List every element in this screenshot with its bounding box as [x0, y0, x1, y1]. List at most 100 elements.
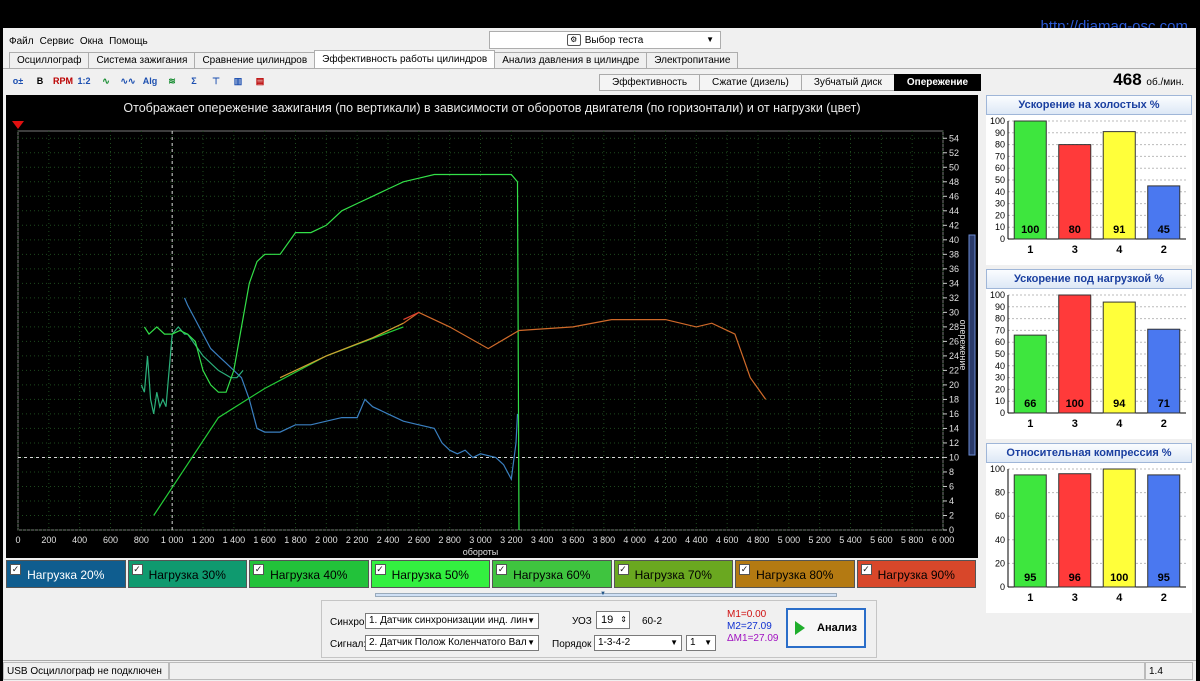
bar-y-tick-label: 20 — [995, 210, 1005, 220]
tab-power-supply[interactable]: Электропитание — [646, 52, 739, 68]
tab-oscilloscope[interactable]: Осциллограф — [9, 52, 90, 68]
subtab-tooth-disc[interactable]: Зубчатый диск — [800, 74, 895, 91]
bar-category-label: 3 — [1072, 244, 1078, 256]
signal-select[interactable]: 2. Датчик Полож Коленчатого Вал ▼ — [365, 635, 539, 651]
legend-item-7[interactable]: ✓ Нагрузка 80% — [735, 560, 855, 588]
bar-3 — [1102, 301, 1136, 414]
filter-icon[interactable]: ≋ — [163, 73, 181, 89]
x-tick-label: 0 — [15, 535, 20, 545]
checkbox-icon[interactable]: ✓ — [253, 564, 264, 575]
uoz-spinner[interactable]: 19 ⇕ — [596, 611, 630, 629]
legend-item-1[interactable]: ✓ Нагрузка 20% — [6, 560, 126, 588]
legend-item-8[interactable]: ✓ Нагрузка 90% — [856, 560, 976, 588]
bar-y-tick-label: 60 — [995, 511, 1005, 521]
bar-3 — [1102, 131, 1136, 240]
bar-category-label: 2 — [1161, 592, 1167, 604]
legend-item-5[interactable]: ✓ Нагрузка 60% — [492, 560, 612, 588]
menu-file[interactable]: Файл — [9, 36, 34, 50]
x-tick-label: 800 — [134, 535, 149, 545]
test-select-dropdown[interactable]: ⚙ Выбор теста ▼ — [489, 31, 721, 49]
sync-select[interactable]: 1. Датчик синхронизации инд. лин ▼ — [365, 613, 539, 629]
bar-y-tick-label: 80 — [995, 314, 1005, 324]
y-tick-label: 28 — [949, 322, 959, 332]
x-tick-label: 5 200 — [808, 535, 831, 545]
status-connection: USB Осциллограф не подключен — [3, 662, 169, 680]
bar-y-tick-label: 0 — [1000, 408, 1005, 418]
x-tick-label: 4 400 — [685, 535, 708, 545]
algorithm-icon[interactable]: Alg — [141, 73, 159, 89]
load-accel-title: Ускорение под нагрузкой % — [986, 269, 1192, 289]
sub-tabs: Эффективность Сжатие (дизель) Зубчатый д… — [599, 74, 982, 92]
subtab-compression-diesel[interactable]: Сжатие (дизель) — [699, 74, 802, 91]
legend-label: Нагрузка 80% — [756, 568, 834, 582]
load-accel-chart: 0 10 20 30 40 50 60 70 80 90 100 66 1 100 3 94 4 71 2 — [986, 289, 1192, 439]
panel-splitter[interactable]: ▼ — [375, 591, 837, 597]
advance-chart-svg[interactable]: 0 200 400 600 800 1 000 1 200 1 400 1 600 1 800 2 … — [6, 95, 978, 558]
signal-select-value: 2. Датчик Полож Коленчатого Вал — [369, 637, 527, 648]
app-root: http://diamag-osc.com Файл Сервис Окна П… — [3, 0, 1196, 681]
bold-b-icon[interactable]: B — [31, 73, 49, 89]
legend-item-6[interactable]: ✓ Нагрузка 70% — [613, 560, 733, 588]
checkbox-icon[interactable]: ✓ — [739, 564, 750, 575]
compression-svg: 0 20 40 60 80 100 95 1 96 3 100 4 95 2 — [990, 464, 1186, 604]
teeth-label: 60-2 — [642, 616, 663, 627]
tab-pressure-analysis[interactable]: Анализ давления в цилиндре — [494, 52, 648, 68]
checkbox-icon[interactable]: ✓ — [374, 564, 386, 575]
vvt-icon[interactable]: ∿∿ — [119, 73, 137, 89]
wave-icon[interactable]: ∿ — [97, 73, 115, 89]
tab-ignition[interactable]: Система зажигания — [88, 52, 196, 68]
bar-y-tick-label: 50 — [995, 175, 1005, 185]
menu-help[interactable]: Помощь — [109, 36, 148, 50]
advance-chart[interactable]: 0 200 400 600 800 1 000 1 200 1 400 1 600 1 800 2 … — [6, 95, 978, 558]
chart-icon[interactable]: ▤ — [251, 73, 269, 89]
offset-icon[interactable]: o± — [9, 73, 27, 89]
marker-icon[interactable]: ⊤ — [207, 73, 225, 89]
rpm-value: 468 — [1113, 70, 1142, 89]
tab-divider — [3, 68, 1196, 69]
bars-icon[interactable]: ▥ — [229, 73, 247, 89]
sum-icon[interactable]: Σ — [185, 73, 203, 89]
checkbox-icon[interactable]: ✓ — [617, 564, 629, 575]
y-tick-label: 42 — [949, 220, 959, 230]
gear-icon: ⚙ — [566, 34, 581, 46]
subtab-advance[interactable]: Опережение — [893, 74, 982, 91]
checkbox-icon[interactable]: ✓ — [496, 564, 507, 575]
x-tick-label: 3 400 — [531, 535, 554, 545]
checkbox-icon[interactable]: ✓ — [131, 564, 143, 575]
menu-windows[interactable]: Окна — [80, 36, 103, 50]
main-tabs: Осциллограф Система зажигания Сравнение … — [9, 50, 739, 68]
legend-item-3[interactable]: ✓ Нагрузка 40% — [249, 560, 369, 588]
checkbox-icon[interactable]: ✓ — [10, 564, 21, 575]
legend-label: Нагрузка 70% — [634, 568, 712, 582]
legend-item-2[interactable]: ✓ Нагрузка 30% — [127, 560, 247, 588]
bar-category-label: 1 — [1027, 244, 1033, 256]
chevron-down-icon: ▼ — [527, 616, 535, 625]
bar-value-label: 100 — [1066, 398, 1084, 410]
tab-cylinder-compare[interactable]: Сравнение цилиндров — [194, 52, 316, 68]
legend-label: Нагрузка 90% — [877, 568, 955, 582]
bar-4 — [1147, 474, 1181, 588]
bar-value-label: 71 — [1158, 398, 1170, 410]
rpm-unit: об./мин. — [1146, 77, 1184, 88]
order-num-select[interactable]: 1 ▼ — [686, 635, 716, 651]
bar-y-tick-label: 0 — [1000, 582, 1005, 592]
rpm-icon[interactable]: RPM — [53, 73, 73, 89]
analyze-label: Анализ — [817, 622, 857, 634]
legend-item-4[interactable]: ✓ Нагрузка 50% — [370, 560, 490, 588]
spin-arrows-icon[interactable]: ⇕ — [620, 612, 627, 628]
load-legend: ✓ Нагрузка 20% ✓ Нагрузка 30% ✓ Нагрузка 40% ✓… — [6, 560, 978, 588]
x-tick-label: 4 200 — [654, 535, 677, 545]
subtab-efficiency[interactable]: Эффективность — [599, 74, 701, 91]
bar-value-label: 100 — [1021, 224, 1039, 236]
bar-category-label: 1 — [1027, 592, 1033, 604]
menu-service[interactable]: Сервис — [40, 36, 74, 50]
y-tick-label: 12 — [949, 438, 959, 448]
analyze-button[interactable]: Анализ — [786, 608, 866, 648]
tab-cylinder-efficiency[interactable]: Эффективность работы цилиндров — [314, 50, 496, 68]
order-select[interactable]: 1-3-4-2 ▼ — [594, 635, 682, 651]
sync-label: Синхро: — [330, 617, 368, 628]
checkbox-icon[interactable]: ✓ — [860, 564, 872, 575]
ratio-icon[interactable]: 1:2 — [75, 73, 93, 89]
chevron-down-icon: ▼ — [527, 638, 535, 647]
compression-title: Относительная компрессия % — [986, 443, 1192, 463]
